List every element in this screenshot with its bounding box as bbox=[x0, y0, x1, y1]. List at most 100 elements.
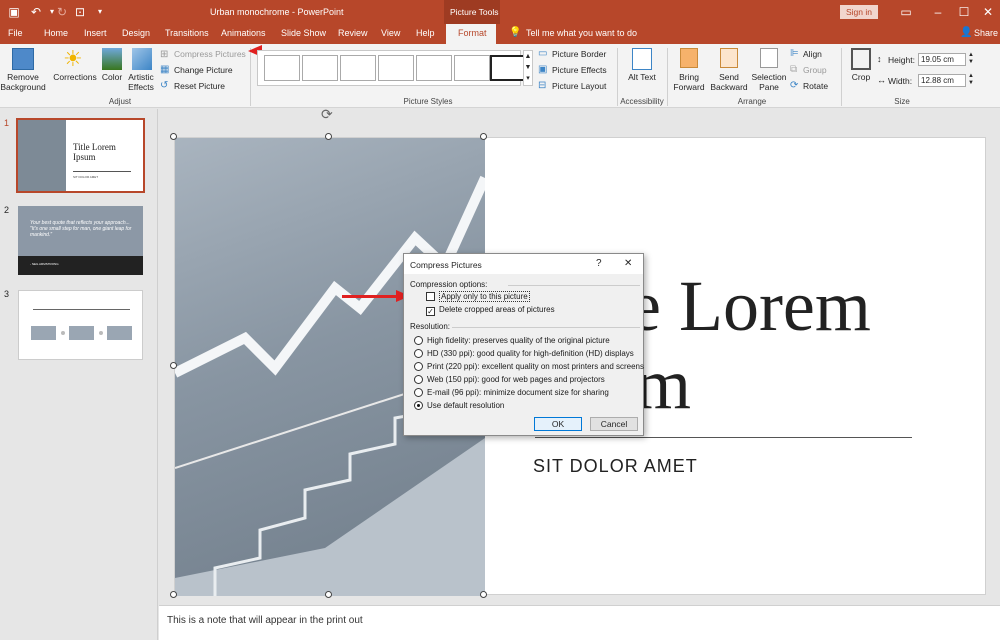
ok-button[interactable]: OK bbox=[534, 417, 582, 431]
rotate-handle-icon[interactable]: ⟳ bbox=[321, 106, 333, 123]
slide-thumb-3[interactable] bbox=[18, 290, 143, 360]
apply-only-label: Apply only to this picture bbox=[439, 291, 530, 302]
context-tab-label: Picture Tools bbox=[450, 7, 499, 17]
rotate-button[interactable]: Rotate bbox=[803, 81, 828, 91]
checkbox-box[interactable] bbox=[426, 292, 435, 301]
radio-button[interactable] bbox=[414, 336, 423, 345]
tab-home[interactable]: Home bbox=[44, 28, 68, 38]
resize-handle[interactable] bbox=[325, 133, 332, 140]
delete-cropped-checkbox[interactable]: ✓ Delete cropped areas of pictures bbox=[426, 305, 555, 316]
picture-border-button[interactable]: Picture Border bbox=[552, 49, 606, 59]
remove-background-button[interactable]: Remove Background bbox=[0, 72, 46, 92]
radio-button[interactable] bbox=[414, 388, 423, 397]
cancel-button[interactable]: Cancel bbox=[590, 417, 638, 431]
close-icon[interactable]: ✕ bbox=[624, 258, 632, 269]
slide-thumb-2[interactable]: Your best quote that reflects your appro… bbox=[18, 206, 143, 275]
style-thumb-4[interactable] bbox=[378, 55, 414, 81]
crop-icon[interactable] bbox=[851, 48, 871, 70]
align-button[interactable]: Align bbox=[803, 49, 822, 59]
resize-handle[interactable] bbox=[480, 133, 487, 140]
selection-pane-icon[interactable] bbox=[760, 48, 778, 68]
artistic-effects-button[interactable]: Artistic Effects bbox=[124, 72, 158, 92]
close-icon[interactable]: ✕ bbox=[980, 4, 996, 20]
radio-high-fidelity[interactable]: High fidelity: preserves quality of the … bbox=[414, 336, 610, 345]
checkbox-box-checked[interactable]: ✓ bbox=[426, 307, 435, 316]
picture-effects-button[interactable]: Picture Effects bbox=[552, 65, 607, 75]
tab-transitions[interactable]: Transitions bbox=[165, 28, 209, 38]
bring-forward-icon[interactable] bbox=[680, 48, 698, 68]
help-icon[interactable]: ? bbox=[596, 258, 602, 269]
radio-button[interactable] bbox=[414, 375, 423, 384]
corrections-icon[interactable]: ☀ bbox=[63, 46, 83, 72]
crop-button[interactable]: Crop bbox=[846, 72, 876, 82]
customize-qat-icon[interactable]: ▾ bbox=[92, 4, 108, 20]
radio-web[interactable]: Web (150 ppi): good for web pages and pr… bbox=[414, 375, 605, 384]
resize-handle[interactable] bbox=[480, 591, 487, 598]
tab-format[interactable]: Format bbox=[446, 24, 496, 44]
radio-label: E-mail (96 ppi): minimize document size … bbox=[427, 388, 609, 397]
remove-background-icon[interactable] bbox=[12, 48, 34, 70]
resize-handle[interactable] bbox=[170, 362, 177, 369]
selection-pane-button[interactable]: Selection Pane bbox=[750, 72, 788, 92]
width-spinner[interactable]: ▲ ▼ bbox=[968, 73, 974, 87]
radio-button-selected[interactable] bbox=[414, 401, 423, 410]
maximize-icon[interactable]: ☐ bbox=[956, 4, 972, 20]
minimize-icon[interactable]: – bbox=[930, 4, 946, 20]
reset-picture-button[interactable]: Reset Picture bbox=[174, 81, 225, 91]
radio-button[interactable] bbox=[414, 349, 423, 358]
sign-in-button[interactable]: Sign in bbox=[840, 5, 878, 19]
style-thumb-5[interactable] bbox=[416, 55, 452, 81]
notes-pane[interactable]: This is a note that will appear in the p… bbox=[159, 605, 1000, 640]
height-input[interactable]: 19.05 cm bbox=[918, 53, 966, 66]
tell-me-box[interactable]: Tell me what you want to do bbox=[526, 28, 637, 38]
radio-hd[interactable]: HD (330 ppi): good quality for high-defi… bbox=[414, 349, 634, 358]
delete-cropped-label: Delete cropped areas of pictures bbox=[439, 305, 555, 314]
style-thumb-1[interactable] bbox=[264, 55, 300, 81]
send-backward-button[interactable]: Send Backward bbox=[708, 72, 750, 92]
tab-review[interactable]: Review bbox=[338, 28, 368, 38]
slide-thumb-1[interactable]: Title Lorem Ipsum SIT DOLOR AMET bbox=[16, 118, 145, 193]
color-button[interactable]: Color bbox=[98, 72, 126, 82]
apply-only-checkbox[interactable]: Apply only to this picture bbox=[426, 291, 530, 302]
save-icon[interactable]: ▣ bbox=[6, 4, 22, 20]
radio-print[interactable]: Print (220 ppi): excellent quality on mo… bbox=[414, 362, 644, 371]
height-spinner[interactable]: ▲ ▼ bbox=[968, 52, 974, 66]
radio-button[interactable] bbox=[414, 362, 423, 371]
tab-design[interactable]: Design bbox=[122, 28, 150, 38]
gallery-scroll[interactable]: ▲ ▼ ▾ bbox=[523, 50, 533, 86]
style-thumb-2[interactable] bbox=[302, 55, 338, 81]
picture-layout-button[interactable]: Picture Layout bbox=[552, 81, 606, 91]
tab-help[interactable]: Help bbox=[416, 28, 435, 38]
style-thumb-3[interactable] bbox=[340, 55, 376, 81]
tab-file[interactable]: File bbox=[8, 28, 23, 38]
compress-pictures-button[interactable]: Compress Pictures bbox=[174, 49, 246, 59]
resize-handle[interactable] bbox=[170, 591, 177, 598]
start-slideshow-icon[interactable]: ⊡ bbox=[72, 4, 88, 20]
alt-text-icon[interactable] bbox=[632, 48, 652, 70]
redo-icon[interactable]: ↻ bbox=[54, 4, 70, 20]
tab-slide-show[interactable]: Slide Show bbox=[281, 28, 326, 38]
style-thumb-7[interactable] bbox=[490, 55, 526, 81]
change-picture-button[interactable]: Change Picture bbox=[174, 65, 233, 75]
tab-view[interactable]: View bbox=[381, 28, 400, 38]
alt-text-button[interactable]: Alt Text bbox=[622, 72, 662, 82]
tab-animations[interactable]: Animations bbox=[221, 28, 266, 38]
width-input[interactable]: 12.88 cm bbox=[918, 74, 966, 87]
radio-default[interactable]: Use default resolution bbox=[414, 401, 504, 410]
undo-icon[interactable]: ↶ bbox=[28, 4, 44, 20]
style-thumb-6[interactable] bbox=[454, 55, 490, 81]
share-button[interactable]: Share bbox=[974, 28, 998, 38]
bring-forward-button[interactable]: Bring Forward bbox=[668, 72, 710, 92]
ribbon-display-icon[interactable]: ▭ bbox=[898, 4, 914, 20]
color-icon[interactable] bbox=[102, 48, 122, 70]
thumb-band: - NEIL ARMSTRONG bbox=[18, 256, 143, 275]
corrections-button[interactable]: Corrections bbox=[52, 72, 98, 82]
radio-email[interactable]: E-mail (96 ppi): minimize document size … bbox=[414, 388, 609, 397]
artistic-effects-icon[interactable] bbox=[132, 48, 152, 70]
tab-insert[interactable]: Insert bbox=[84, 28, 107, 38]
send-backward-icon[interactable] bbox=[720, 48, 738, 68]
resize-handle[interactable] bbox=[325, 591, 332, 598]
group-button[interactable]: Group bbox=[803, 65, 827, 75]
resize-handle[interactable] bbox=[170, 133, 177, 140]
notes-text[interactable]: This is a note that will appear in the p… bbox=[167, 615, 363, 626]
